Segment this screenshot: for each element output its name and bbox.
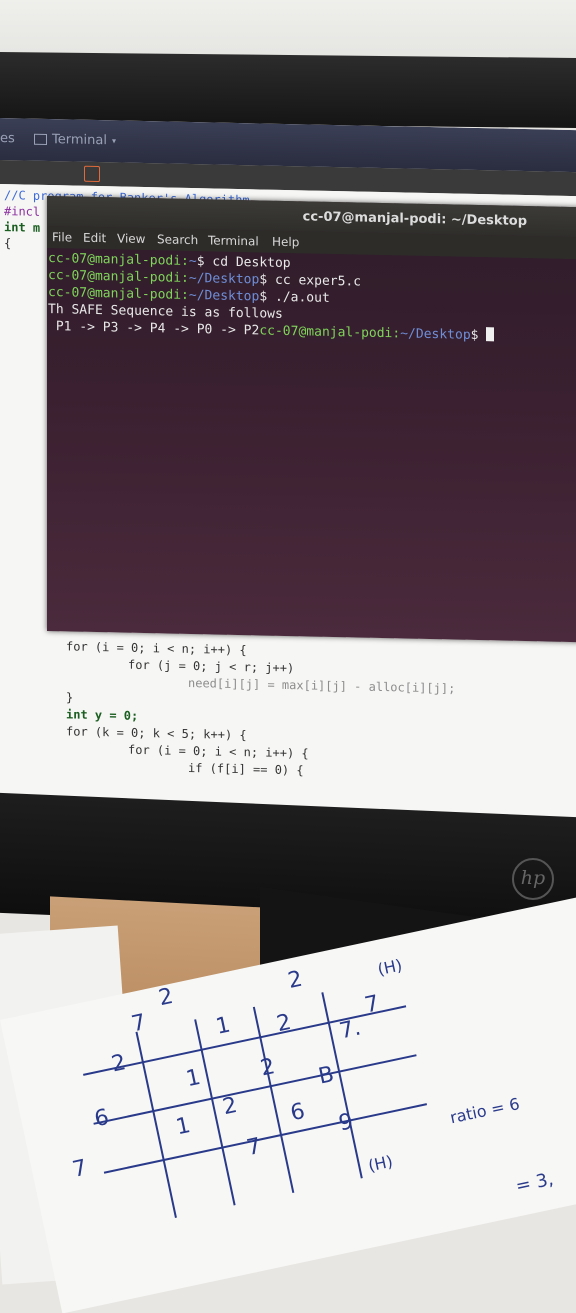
activities-label[interactable]: es (0, 131, 15, 146)
code-line: need[i][j] = max[i][j] - alloc[i][j]; (188, 675, 456, 696)
handwritten-mark: B (316, 1062, 337, 1090)
handwritten-mark: 2 (220, 1092, 240, 1121)
handwritten-note: (H) (375, 955, 404, 980)
safe-sequence: P1 -> P3 -> P4 -> P0 -> P2 (48, 319, 260, 339)
menu-search[interactable]: Search (157, 232, 198, 247)
app-menu-label: Terminal (52, 132, 107, 149)
handwritten-mark: 6 (288, 1098, 308, 1127)
code-line: int y = 0; (66, 707, 139, 723)
handwritten-mark: 1 (183, 1064, 203, 1093)
terminal-icon (34, 133, 47, 145)
code-brace: { (4, 236, 12, 251)
code-line: if (f[i] == 0) { (188, 760, 304, 778)
handwritten-mark: 2 (109, 1050, 129, 1078)
handwritten-mark: 7 (129, 1010, 149, 1038)
handwritten-mark: 2 (258, 1054, 278, 1082)
prompt-user: cc-07@manjal-podi: (259, 323, 401, 342)
handwritten-mark: 2 (285, 966, 305, 994)
code-line: for (j = 0; j < r; j++) (128, 657, 295, 676)
prompt-path: ~/Desktop (188, 270, 260, 288)
menu-help[interactable]: Help (272, 235, 299, 250)
code-include: #incl (4, 204, 41, 219)
save-icon[interactable] (84, 165, 100, 183)
terminal-output[interactable]: cc-07@manjal-podi:~$ cd Desktop cc-07@ma… (47, 250, 576, 346)
menu-terminal[interactable]: Terminal (208, 233, 259, 248)
prompt-user: cc-07@manjal-podi: (48, 285, 189, 303)
prompt-command: $ cc exper5.c (259, 272, 362, 290)
handwritten-mark: 6 (92, 1104, 112, 1133)
handwritten-mark: 7. (337, 1015, 364, 1045)
handwritten-mark: 9 (336, 1109, 356, 1137)
code-line: } (66, 690, 74, 705)
code-main-decl: int m (4, 220, 41, 235)
handwritten-note: = 3, (513, 1168, 556, 1198)
handwritten-mark: 1 (173, 1113, 193, 1141)
code-line: for (i = 0; i < n; i++) { (66, 639, 247, 658)
prompt-path: ~/Desktop (188, 287, 260, 305)
handwritten-note: ratio = 6 (448, 1094, 522, 1128)
handwritten-note: (H) (366, 1151, 395, 1176)
prompt-user: cc-07@manjal-podi: (48, 268, 189, 286)
chevron-down-icon: ▾ (111, 136, 116, 146)
terminal-title: cc-07@manjal-podi: ~/Desktop (302, 209, 527, 230)
prompt-command: $ ./a.out (259, 289, 330, 306)
code-line: for (i = 0; i < n; i++) { (128, 742, 309, 761)
code-line: for (k = 0; k < 5; k++) { (66, 724, 247, 743)
menu-view[interactable]: View (117, 231, 145, 246)
handwritten-mark: 1 (213, 1012, 233, 1040)
monitor-bezel-top (0, 51, 576, 129)
menu-edit[interactable]: Edit (83, 231, 106, 245)
prompt-user: cc-07@manjal-podi: (48, 251, 189, 269)
prompt-path: ~ (188, 253, 197, 270)
monitor-screen: es Terminal ▾ //C program for Banker's A… (0, 118, 576, 851)
app-menu-terminal[interactable]: Terminal ▾ (34, 132, 116, 149)
prompt-command: $ cd Desktop (196, 254, 291, 272)
prompt-symbol: $ (470, 327, 487, 344)
handwritten-mark: 2 (156, 983, 176, 1012)
terminal-window[interactable]: cc-07@manjal-podi: ~/Desktop File Edit V… (47, 195, 576, 643)
handwritten-mark: 7 (70, 1155, 90, 1183)
menu-file[interactable]: File (52, 230, 72, 244)
prompt-path: ~/Desktop (400, 326, 471, 343)
text-cursor (486, 327, 495, 342)
hp-logo: hp (512, 858, 554, 900)
